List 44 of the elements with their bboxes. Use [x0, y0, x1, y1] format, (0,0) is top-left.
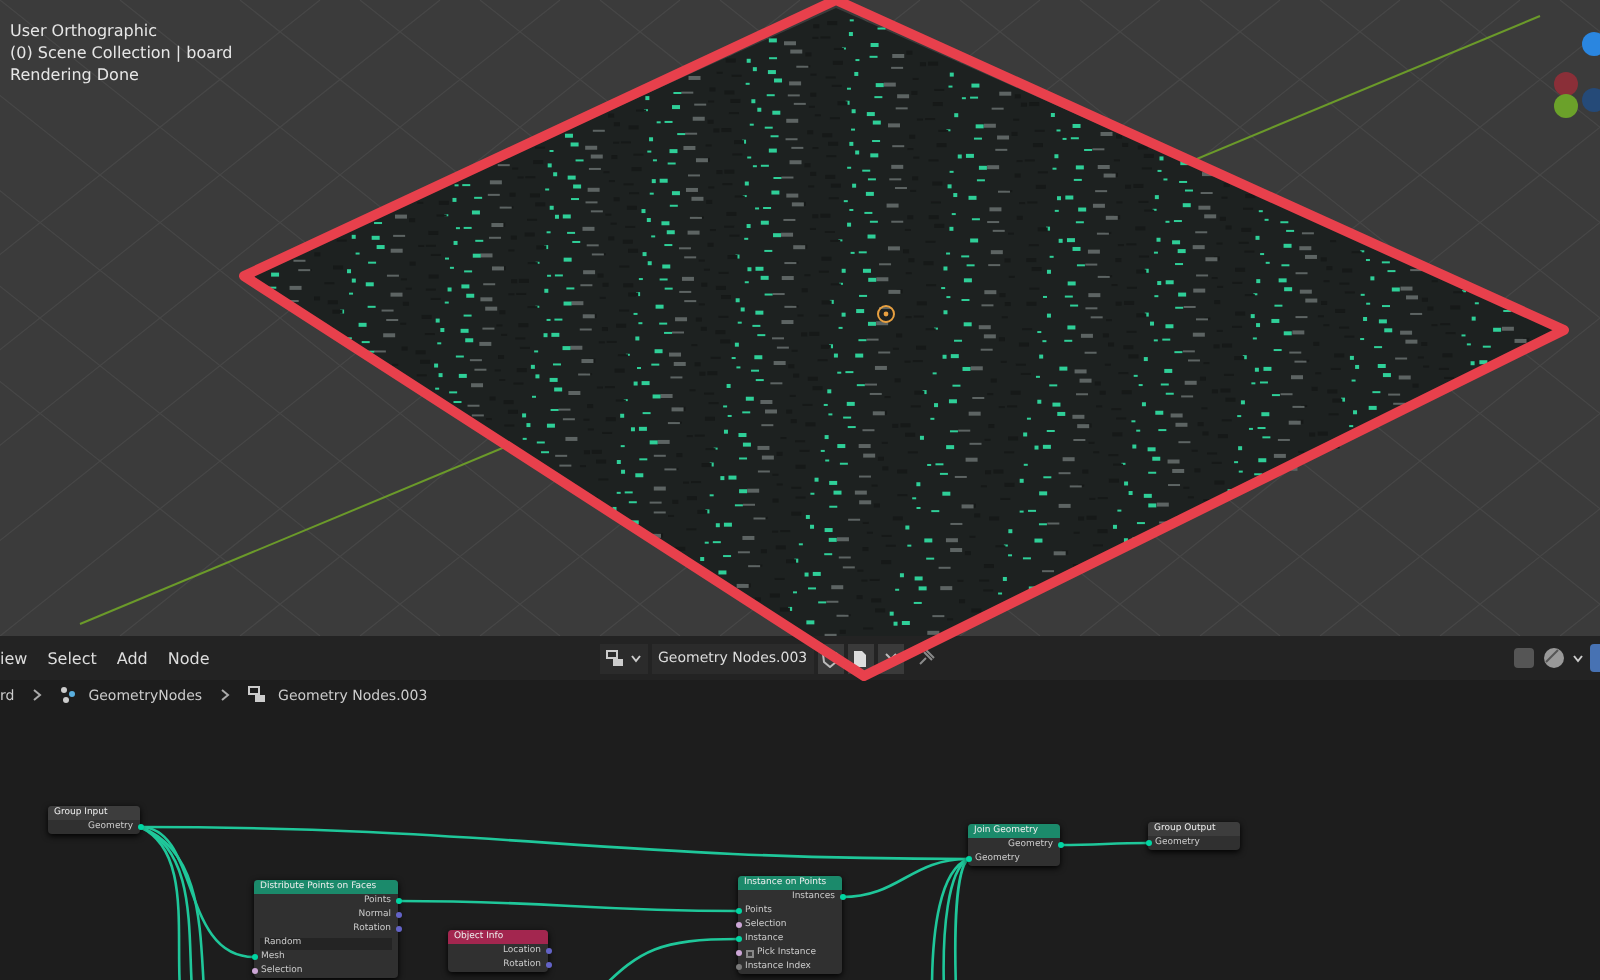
navigation-gizmo-drawing[interactable] — [1554, 32, 1600, 118]
node-link[interactable] — [942, 858, 969, 980]
input-socket[interactable] — [1145, 840, 1151, 846]
node-tree-selector[interactable] — [600, 643, 648, 673]
collection-label: (0) Scene Collection | board — [10, 42, 233, 64]
input-socket[interactable] — [735, 922, 741, 928]
output-socket[interactable] — [839, 894, 845, 900]
checkbox[interactable] — [745, 949, 753, 957]
output-socket[interactable] — [395, 898, 401, 904]
menu-item[interactable]: Node — [167, 649, 210, 667]
input-socket[interactable] — [965, 856, 971, 862]
sphere-icon[interactable] — [1542, 646, 1566, 670]
modifier-icon — [60, 686, 79, 704]
caret-icon[interactable] — [1572, 653, 1584, 663]
view-name: User Orthographic — [10, 20, 158, 42]
chevron-icon — [220, 688, 231, 702]
pin-icon[interactable] — [915, 648, 936, 668]
shield-icon — [822, 649, 839, 667]
menu-item[interactable]: Select — [47, 649, 97, 667]
3d-viewport[interactable]: User Orthographic (0) Scene Collection | board Rendering Done — [0, 0, 1600, 636]
document-icon — [852, 649, 869, 667]
node-link[interactable] — [139, 825, 255, 959]
render-status: Rendering Done — [10, 64, 139, 86]
menu-item[interactable]: Add — [116, 649, 148, 667]
node-link[interactable] — [841, 857, 969, 899]
node-tree-icon — [248, 686, 269, 704]
output-socket[interactable] — [137, 824, 143, 830]
node-link[interactable] — [398, 899, 738, 913]
chevron-icon — [32, 688, 43, 702]
input-socket[interactable] — [251, 968, 257, 974]
node-link[interactable] — [1060, 841, 1148, 847]
node-link[interactable] — [954, 858, 970, 980]
input-socket[interactable] — [735, 936, 741, 942]
input-socket[interactable] — [251, 954, 257, 960]
origin-icon — [877, 305, 895, 323]
node-tree-icon — [606, 649, 626, 667]
input-socket[interactable] — [735, 950, 741, 956]
node-link[interactable] — [930, 857, 969, 980]
node-link[interactable] — [139, 825, 194, 980]
input-socket[interactable] — [735, 964, 741, 970]
output-socket[interactable] — [1057, 842, 1063, 848]
menu-item[interactable]: iew — [0, 649, 28, 667]
caret-icon — [630, 653, 642, 663]
input-socket[interactable] — [735, 908, 741, 914]
